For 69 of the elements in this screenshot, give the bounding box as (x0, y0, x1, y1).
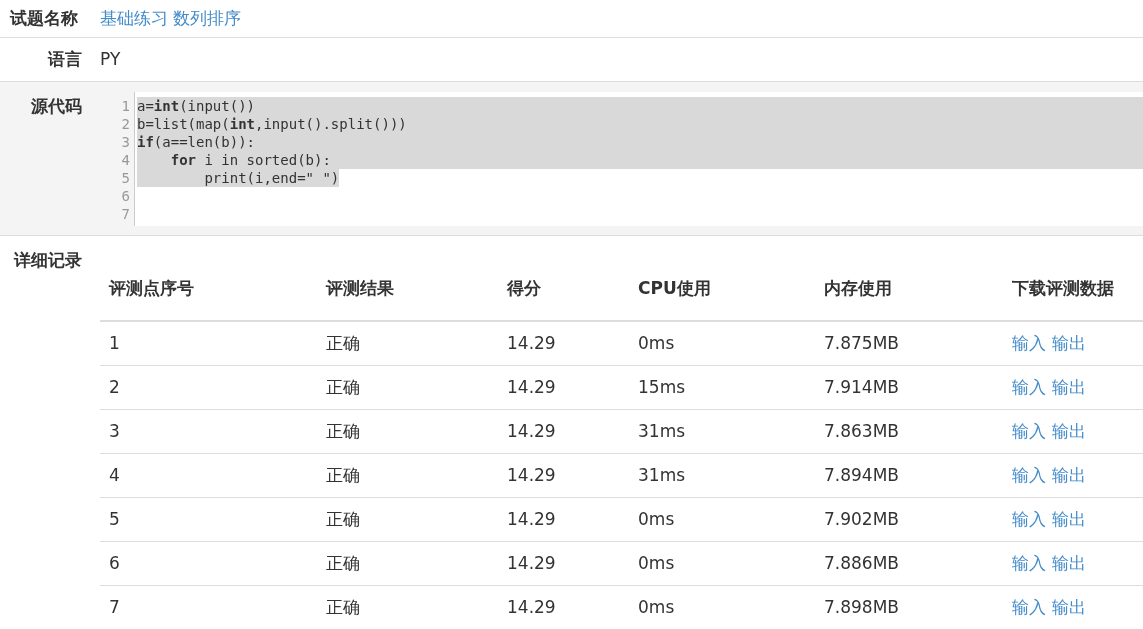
table-cell: 5 (109, 508, 120, 529)
line-number: 3 (120, 133, 130, 151)
download-link[interactable]: 输出 (1052, 506, 1086, 533)
table-cell: 14.29 (507, 596, 556, 617)
table-cell: 31ms (638, 420, 686, 441)
download-link[interactable]: 输入 (1012, 374, 1046, 401)
table-cell: 正确 (326, 464, 360, 485)
table-cell: 15ms (638, 376, 686, 397)
column-header: CPU使用 (638, 278, 711, 299)
field-label: 试题名称 (10, 7, 78, 28)
line-number: 2 (120, 115, 130, 133)
table-cell: 7.886MB (824, 552, 899, 573)
download-link[interactable]: 输出 (1052, 594, 1086, 621)
field-label: 源代码 (31, 96, 82, 116)
table-cell: 7.902MB (824, 508, 899, 529)
code-editor[interactable]: 1 2 3 4 5 6 7 a=int(input()) b=list(map(int,input().split())) if(a==len(b)): for i in sorted(b): print(i,end=" ") (100, 92, 1143, 226)
download-link[interactable]: 输入 (1012, 330, 1046, 357)
table-cell: 14.29 (507, 464, 556, 485)
table-cell: 14.29 (507, 508, 556, 529)
line-number: 4 (120, 151, 130, 169)
download-link[interactable]: 输入 (1012, 550, 1046, 577)
download-link[interactable]: 输出 (1052, 550, 1086, 577)
problem-title-link[interactable]: 基础练习 数列排序 (100, 5, 242, 32)
table-cell: 正确 (326, 332, 360, 353)
table-cell: 正确 (326, 552, 360, 573)
table-cell: 14.29 (507, 420, 556, 441)
download-link[interactable]: 输出 (1052, 462, 1086, 489)
table-cell: 14.29 (507, 376, 556, 397)
table-cell: 7.898MB (824, 596, 899, 617)
table-cell: 31ms (638, 464, 686, 485)
field-label: 语言 (48, 48, 82, 69)
table-cell: 7.863MB (824, 420, 899, 441)
column-header: 下载评测数据 (1012, 278, 1114, 299)
table-cell: 3 (109, 420, 120, 441)
download-link[interactable]: 输入 (1012, 462, 1046, 489)
download-link[interactable]: 输出 (1052, 330, 1086, 357)
table-cell: 14.29 (507, 332, 556, 353)
table-cell: 7.914MB (824, 376, 899, 397)
table-cell: 4 (109, 464, 120, 485)
download-link[interactable]: 输入 (1012, 594, 1046, 621)
table-cell: 7.875MB (824, 332, 899, 353)
line-number: 6 (120, 187, 130, 205)
line-number: 7 (120, 205, 130, 223)
table-cell: 正确 (326, 596, 360, 617)
table-cell: 0ms (638, 596, 675, 617)
table-cell: 正确 (326, 508, 360, 529)
column-header: 得分 (507, 278, 541, 299)
table-cell: 1 (109, 332, 120, 353)
download-link[interactable]: 输出 (1052, 374, 1086, 401)
download-link[interactable]: 输入 (1012, 418, 1046, 445)
table-cell: 0ms (638, 332, 675, 353)
table-cell: 6 (109, 552, 120, 573)
table-cell: 14.29 (507, 552, 556, 573)
line-number: 5 (120, 169, 130, 187)
table-cell: 0ms (638, 508, 675, 529)
table-cell: 正确 (326, 376, 360, 397)
table-cell: 2 (109, 376, 120, 397)
table-cell: 0ms (638, 552, 675, 573)
language-value: PY (100, 47, 121, 71)
column-header: 内存使用 (824, 278, 892, 299)
table-cell: 7 (109, 596, 120, 617)
field-label: 详细记录 (14, 250, 82, 270)
column-header: 评测结果 (326, 278, 394, 299)
table-cell: 正确 (326, 420, 360, 441)
download-link[interactable]: 输入 (1012, 506, 1046, 533)
download-link[interactable]: 输出 (1052, 418, 1086, 445)
column-header: 评测点序号 (109, 278, 194, 299)
table-cell: 7.894MB (824, 464, 899, 485)
line-number: 1 (120, 97, 130, 115)
